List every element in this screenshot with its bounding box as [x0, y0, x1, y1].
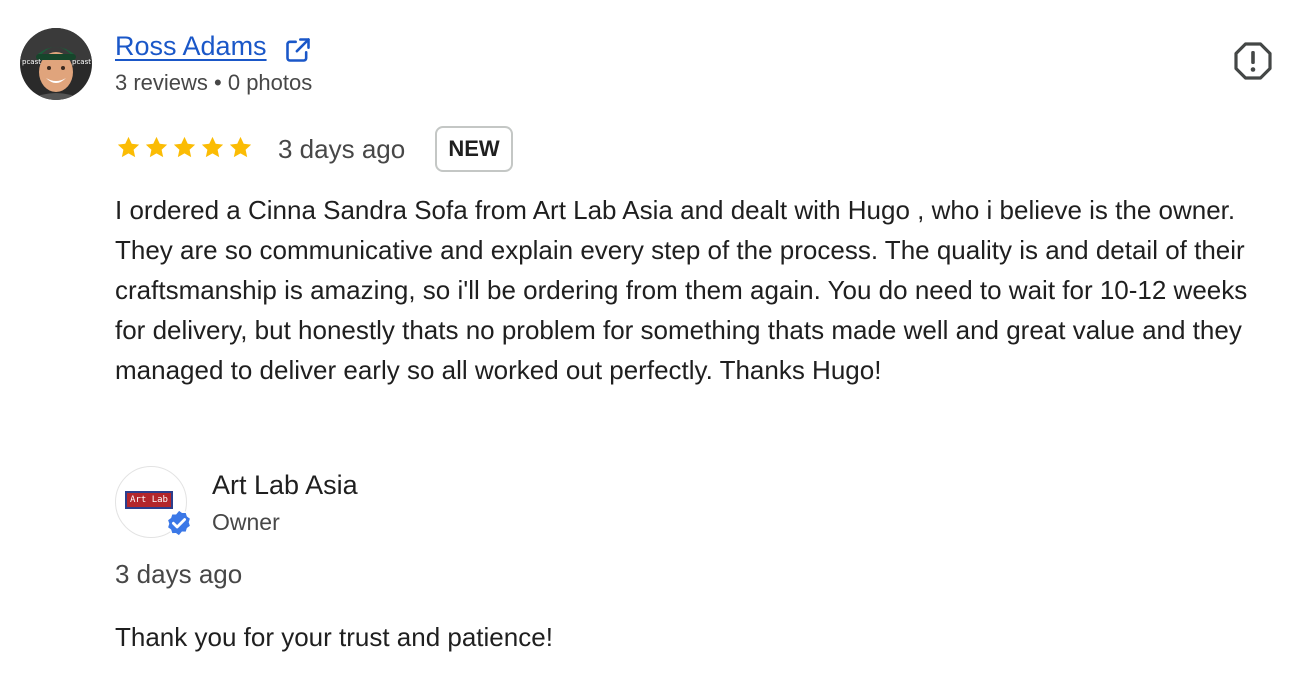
reviewer-avatar[interactable]: pcast pcast: [20, 28, 92, 100]
star-icon: [145, 136, 168, 158]
owner-logo: Art Lab: [125, 491, 173, 509]
star-icon: [173, 136, 196, 158]
review-date: 3 days ago: [278, 134, 406, 164]
reply-date: 3 days ago: [115, 559, 243, 589]
svg-text:pcast: pcast: [22, 58, 41, 66]
reply-text: Thank you for your trust and patience!: [115, 622, 553, 652]
reviewer-stats: 3 reviews • 0 photos: [115, 70, 313, 95]
report-icon[interactable]: [1234, 42, 1272, 80]
owner-name: Art Lab Asia: [212, 470, 358, 500]
review-text: I ordered a Cinna Sandra Sofa from Art L…: [115, 195, 1248, 385]
star-icon: [201, 136, 224, 158]
star-icon: [117, 136, 140, 158]
reviewer-name-link[interactable]: Ross Adams: [115, 31, 267, 62]
star-rating: [116, 135, 253, 163]
new-badge: NEW: [435, 126, 513, 172]
star-icon: [229, 136, 252, 158]
verified-badge-icon: [164, 508, 194, 538]
owner-avatar[interactable]: Art Lab: [115, 466, 192, 538]
owner-role: Owner: [212, 509, 280, 535]
external-link-icon[interactable]: [284, 36, 312, 64]
svg-text:pcast: pcast: [72, 58, 91, 66]
